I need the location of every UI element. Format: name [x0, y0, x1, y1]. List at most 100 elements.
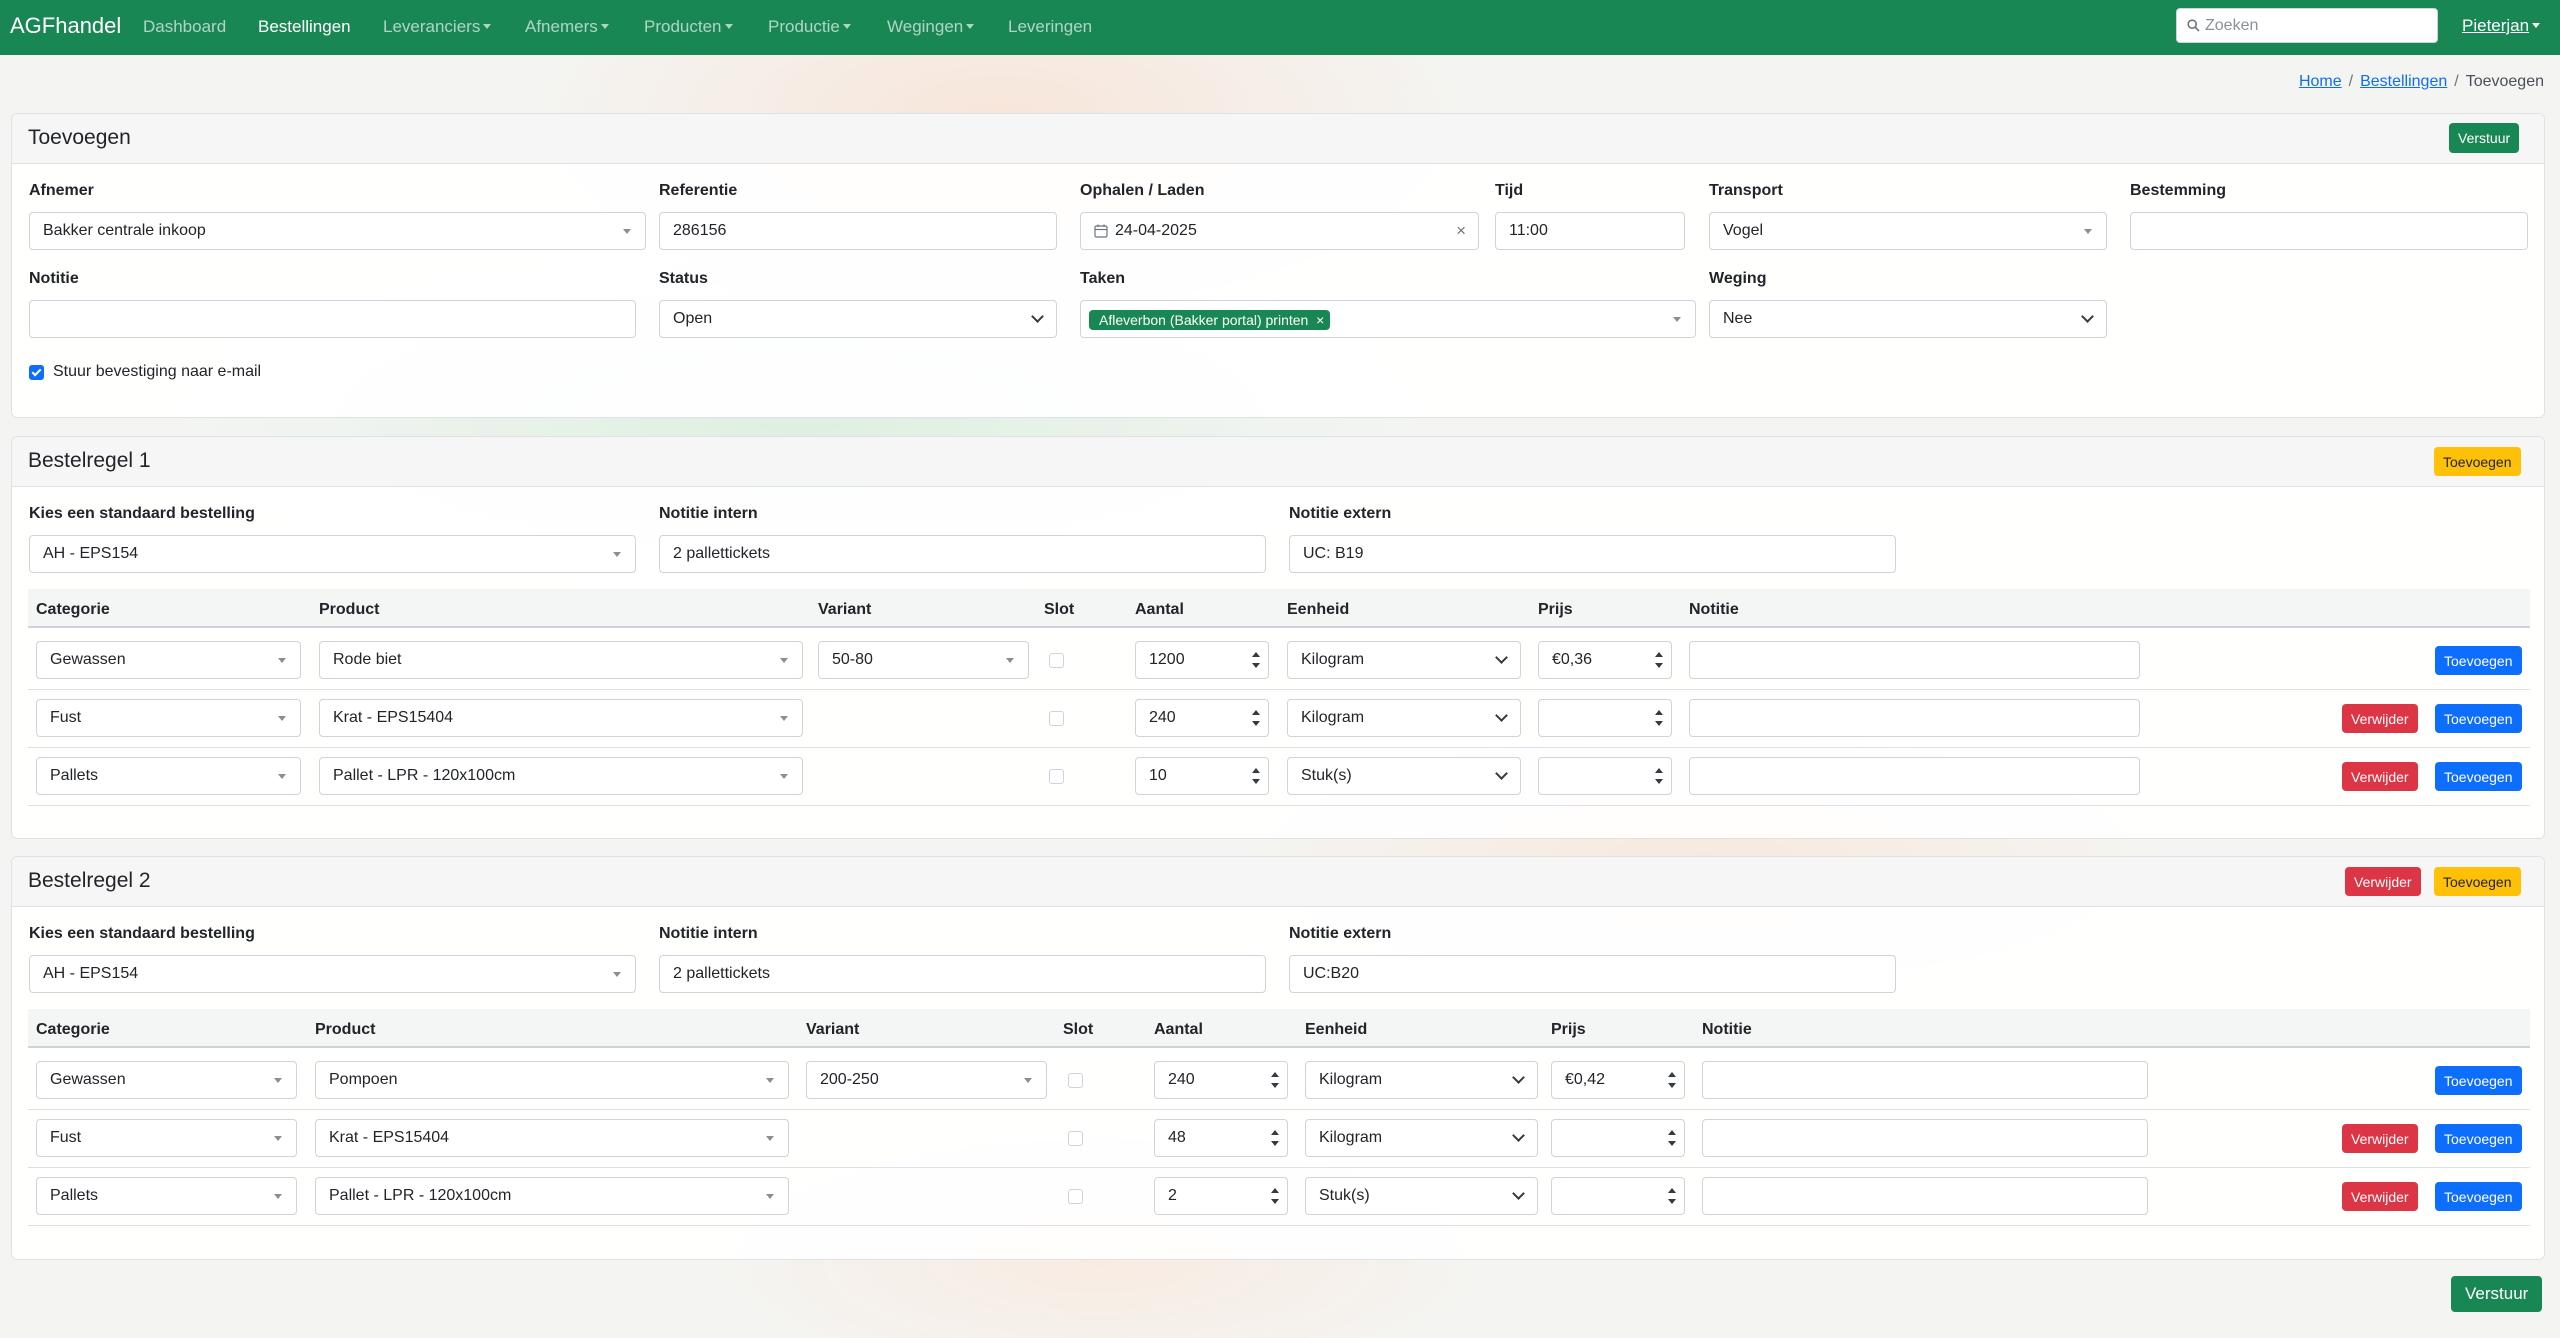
email-confirm-checkbox[interactable] [29, 365, 44, 380]
prijs-input[interactable] [1538, 699, 1672, 737]
slot-checkbox[interactable] [1049, 711, 1064, 726]
remove-tag-icon[interactable]: × [1316, 310, 1324, 330]
prijs-input[interactable] [1538, 757, 1672, 795]
aantal-input[interactable]: 10 [1135, 757, 1269, 795]
notitie-extern-input[interactable]: UC: B19 [1289, 535, 1896, 573]
row-add-button[interactable]: Toevoegen [2435, 1182, 2522, 1211]
aantal-input[interactable]: 1200 [1135, 641, 1269, 679]
status-select[interactable]: Open [659, 300, 1057, 338]
slot-checkbox[interactable] [1049, 653, 1064, 668]
product-select[interactable]: Pompoen [315, 1061, 789, 1099]
aantal-value: 240 [1168, 1071, 1195, 1088]
variant-select[interactable]: 200-250 [806, 1061, 1047, 1099]
orderline-add-button[interactable]: Toevoegen [2434, 447, 2521, 476]
referentie-input[interactable]: 286156 [659, 212, 1057, 250]
search-input[interactable] [2205, 15, 2430, 37]
row-notitie-input[interactable] [1689, 641, 2140, 679]
eenheid-select[interactable]: Kilogram [1305, 1061, 1538, 1099]
ophalen-datepicker[interactable]: 24-04-2025 × [1080, 212, 1479, 250]
row-add-button[interactable]: Toevoegen [2435, 704, 2522, 733]
nav-bestellingen[interactable]: Bestellingen [258, 17, 351, 37]
notitie-intern-input[interactable]: 2 pallettickets [659, 955, 1266, 993]
submit-button-top[interactable]: Verstuur [2449, 123, 2520, 153]
nav-producten[interactable]: Producten [644, 17, 733, 37]
col-slot: Slot [1044, 601, 1075, 618]
dropdown-caret-icon [278, 716, 286, 721]
nav-leveringen[interactable]: Leveringen [1008, 17, 1092, 37]
product-select[interactable]: Krat - EPS15404 [315, 1119, 789, 1157]
row-add-button[interactable]: Toevoegen [2435, 762, 2522, 791]
prijs-input[interactable]: €0,42 [1551, 1061, 1685, 1099]
eenheid-select[interactable]: Stuk(s) [1305, 1177, 1538, 1215]
tijd-input[interactable]: 11:00 [1495, 212, 1685, 250]
aantal-input[interactable]: 48 [1154, 1119, 1288, 1157]
row-remove-button[interactable]: Verwijder [2342, 1124, 2418, 1153]
transport-select[interactable]: Vogel [1709, 212, 2107, 250]
row-remove-button[interactable]: Verwijder [2342, 704, 2418, 733]
search-box[interactable] [2176, 8, 2438, 43]
notitie-extern-input[interactable]: UC:B20 [1289, 955, 1896, 993]
notitie-input[interactable] [29, 300, 636, 338]
brand-logo[interactable]: AGFhandel [10, 13, 121, 39]
bestemming-input[interactable] [2130, 212, 2528, 250]
prijs-input[interactable] [1551, 1119, 1685, 1157]
product-select[interactable]: Rode biet [319, 641, 803, 679]
eenheid-select[interactable]: Stuk(s) [1287, 757, 1521, 795]
row-add-button[interactable]: Toevoegen [2435, 1124, 2522, 1153]
clear-icon[interactable]: × [1456, 221, 1466, 241]
categorie-select[interactable]: Gewassen [36, 1061, 297, 1099]
afnemer-select[interactable]: Bakker centrale inkoop [29, 212, 646, 250]
slot-checkbox[interactable] [1068, 1189, 1083, 1204]
row-remove-button[interactable]: Verwijder [2342, 1182, 2418, 1211]
submit-button-bottom[interactable]: Verstuur [2451, 1276, 2543, 1312]
eenheid-select[interactable]: Kilogram [1305, 1119, 1538, 1157]
weging-select[interactable]: Nee [1709, 300, 2107, 338]
breadcrumb-home[interactable]: Home [2299, 73, 2342, 90]
standard-order-select[interactable]: AH - EPS154 [29, 535, 636, 573]
taak-tag-label: Afleverbon (Bakker portal) printen [1099, 312, 1309, 328]
prijs-input[interactable]: €0,36 [1538, 641, 1672, 679]
row-notitie-input[interactable] [1702, 1177, 2148, 1215]
taken-multiselect[interactable]: Afleverbon (Bakker portal) printen × [1080, 300, 1696, 338]
nav-dashboard[interactable]: Dashboard [143, 17, 226, 37]
chevron-down-icon [2081, 310, 2094, 323]
nav-productie[interactable]: Productie [768, 17, 851, 37]
product-select[interactable]: Krat - EPS15404 [319, 699, 803, 737]
nav-leveranciers[interactable]: Leveranciers [383, 17, 492, 37]
aantal-input[interactable]: 240 [1154, 1061, 1288, 1099]
eenheid-select[interactable]: Kilogram [1287, 699, 1521, 737]
row-notitie-input[interactable] [1689, 757, 2140, 795]
row-add-button[interactable]: Toevoegen [2435, 1066, 2522, 1095]
aantal-input[interactable]: 240 [1135, 699, 1269, 737]
nav-wegingen[interactable]: Wegingen [887, 17, 975, 37]
nav-afnemers[interactable]: Afnemers [525, 17, 609, 37]
product-select[interactable]: Pallet - LPR - 120x100cm [315, 1177, 789, 1215]
row-notitie-input[interactable] [1702, 1119, 2148, 1157]
row-notitie-input[interactable] [1689, 699, 2140, 737]
slot-checkbox[interactable] [1068, 1073, 1083, 1088]
dropdown-caret-icon [766, 1194, 774, 1199]
aantal-input[interactable]: 2 [1154, 1177, 1288, 1215]
user-menu[interactable]: Pieterjan [2462, 16, 2541, 36]
orderline-add-button[interactable]: Toevoegen [2434, 867, 2521, 896]
categorie-select[interactable]: Pallets [36, 1177, 297, 1215]
slot-checkbox[interactable] [1049, 769, 1064, 784]
row-notitie-input[interactable] [1702, 1061, 2148, 1099]
orderline-remove-button[interactable]: Verwijder [2345, 867, 2421, 896]
breadcrumb-bestellingen[interactable]: Bestellingen [2360, 73, 2447, 90]
standard-order-select[interactable]: AH - EPS154 [29, 955, 636, 993]
row-remove-button[interactable]: Verwijder [2342, 762, 2418, 791]
categorie-select[interactable]: Pallets [36, 757, 301, 795]
label-notitie-intern: Notitie intern [659, 505, 758, 522]
notitie-intern-input[interactable]: 2 pallettickets [659, 535, 1266, 573]
variant-select[interactable]: 50-80 [818, 641, 1029, 679]
eenheid-select[interactable]: Kilogram [1287, 641, 1521, 679]
label-standard: Kies een standaard bestelling [29, 925, 255, 942]
product-select[interactable]: Pallet - LPR - 120x100cm [319, 757, 803, 795]
categorie-select[interactable]: Fust [36, 1119, 297, 1157]
categorie-select[interactable]: Gewassen [36, 641, 301, 679]
row-add-button[interactable]: Toevoegen [2435, 646, 2522, 675]
prijs-input[interactable] [1551, 1177, 1685, 1215]
slot-checkbox[interactable] [1068, 1131, 1083, 1146]
categorie-select[interactable]: Fust [36, 699, 301, 737]
